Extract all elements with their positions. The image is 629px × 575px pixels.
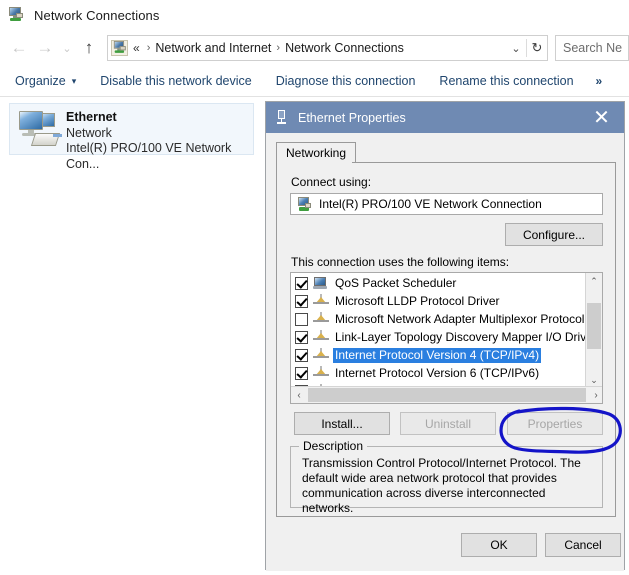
components-list[interactable]: QoS Packet Scheduler Microsoft LLDP Prot…: [290, 272, 603, 404]
ethernet-properties-dialog: Ethernet Properties ✕ Networking Connect…: [265, 101, 625, 571]
up-button[interactable]: ↑: [76, 35, 102, 61]
list-item-label: Internet Protocol Version 4 (TCP/IPv4): [333, 347, 542, 363]
screen: Network Connections ← → ⌄ ↑ « › Network …: [0, 0, 629, 575]
checkbox[interactable]: [295, 294, 308, 308]
tab-networking[interactable]: Networking: [276, 142, 357, 163]
protocol-icon: [313, 294, 330, 308]
protocol-icon: [313, 348, 330, 362]
network-adapter-icon: [296, 196, 312, 212]
window-title: Network Connections: [34, 7, 160, 23]
checkbox[interactable]: [295, 276, 308, 290]
install-button[interactable]: Install...: [294, 412, 390, 435]
list-item[interactable]: Microsoft LLDP Protocol Driver: [291, 292, 587, 310]
diagnose-connection-button[interactable]: Diagnose this connection: [264, 66, 428, 96]
tab-panel-networking: Connect using: Intel(R) PRO/100 VE Netwo…: [276, 162, 616, 517]
adapter-name: Intel(R) PRO/100 VE Network Connection: [319, 197, 542, 211]
components-list-inner: QoS Packet Scheduler Microsoft LLDP Prot…: [291, 273, 597, 400]
breadcrumb-item-network-connections[interactable]: Network Connections: [285, 41, 404, 55]
list-item[interactable]: Microsoft Network Adapter Multiplexor Pr…: [291, 310, 587, 328]
adapter-display: Intel(R) PRO/100 VE Network Connection: [290, 193, 603, 215]
scrollbar-thumb[interactable]: [308, 388, 586, 402]
scroll-up-icon[interactable]: ⌃: [586, 273, 602, 289]
command-bar: Organize ▾ Disable this network device D…: [0, 66, 629, 97]
protocol-icon: [313, 312, 330, 326]
connection-status: Network: [66, 125, 112, 140]
list-item[interactable]: Link-Layer Topology Discovery Mapper I/O…: [291, 328, 597, 346]
dialog-body: Networking Connect using: Intel(R) PRO/1…: [266, 133, 624, 571]
list-item-label: Internet Protocol Version 6 (TCP/IPv6): [335, 365, 540, 380]
breadcrumb-item-network-and-internet[interactable]: Network and Internet: [155, 41, 271, 55]
tab-strip: Networking: [276, 142, 616, 163]
window-titlebar: Network Connections: [0, 0, 629, 30]
address-bar[interactable]: « › Network and Internet › Network Conne…: [107, 35, 548, 61]
checkbox[interactable]: [295, 330, 308, 344]
connection-name: Ethernet: [66, 110, 117, 124]
tab-panel-mask: [277, 162, 352, 163]
address-network-icon: [111, 40, 128, 56]
protocol-icon: [313, 366, 330, 380]
checkbox[interactable]: [295, 366, 308, 380]
properties-button[interactable]: Properties: [507, 412, 603, 435]
command-overflow-button[interactable]: »: [586, 74, 613, 88]
dialog-titlebar: Ethernet Properties ✕: [266, 102, 624, 133]
connect-using-label: Connect using:: [291, 175, 372, 189]
checkbox[interactable]: [295, 312, 308, 326]
organize-menu-button[interactable]: Organize ▾: [0, 66, 88, 96]
protocol-icon: [313, 330, 330, 344]
search-input[interactable]: Search Ne: [555, 35, 629, 61]
navigation-bar: ← → ⌄ ↑ « › Network and Internet › Netwo…: [0, 30, 629, 66]
close-icon[interactable]: ✕: [579, 102, 624, 133]
items-label: This connection uses the following items…: [291, 255, 510, 269]
recent-locations-button[interactable]: ⌄: [58, 35, 76, 61]
rename-connection-button[interactable]: Rename this connection: [427, 66, 585, 96]
search-placeholder: Search Ne: [563, 41, 623, 55]
list-item-label: QoS Packet Scheduler: [335, 275, 457, 290]
network-adapter-icon: [17, 109, 62, 149]
breadcrumb: « › Network and Internet › Network Conne…: [128, 41, 506, 55]
breadcrumb-separator: ›: [276, 42, 281, 54]
list-item-label: Microsoft LLDP Protocol Driver: [335, 293, 500, 308]
list-item-label: Microsoft Network Adapter Multiplexor Pr…: [335, 311, 585, 326]
back-button[interactable]: ←: [6, 35, 32, 61]
list-item-text: Ethernet Network Intel(R) PRO/100 VE Net…: [66, 109, 253, 173]
description-title: Description: [299, 439, 368, 453]
network-connections-icon: [8, 6, 25, 24]
list-item[interactable]: QoS Packet Scheduler: [291, 274, 587, 292]
address-dropdown-icon[interactable]: ⌄: [506, 37, 526, 59]
network-adapter-small-icon: [275, 110, 288, 125]
organize-label: Organize: [15, 74, 66, 88]
connection-device: Intel(R) PRO/100 VE Network Con...: [66, 141, 232, 171]
description-text: Transmission Control Protocol/Internet P…: [302, 456, 581, 515]
scrollbar-thumb[interactable]: [587, 303, 601, 349]
list-item-selected[interactable]: Internet Protocol Version 4 (TCP/IPv4): [291, 346, 587, 364]
refresh-icon[interactable]: ↻: [527, 37, 547, 59]
qos-computer-icon: [313, 276, 330, 290]
forward-button[interactable]: →: [32, 35, 58, 61]
checkbox[interactable]: [295, 348, 308, 362]
scroll-left-icon[interactable]: ‹: [291, 387, 307, 403]
list-item[interactable]: Internet Protocol Version 6 (TCP/IPv6): [291, 364, 587, 382]
uninstall-button: Uninstall: [400, 412, 496, 435]
ok-button[interactable]: OK: [461, 533, 537, 557]
chevron-down-icon: ▾: [71, 75, 77, 86]
horizontal-scrollbar[interactable]: ‹ ›: [291, 386, 602, 403]
breadcrumb-separator: ›: [146, 42, 151, 54]
scroll-right-icon[interactable]: ›: [588, 387, 602, 403]
disable-network-device-button[interactable]: Disable this network device: [88, 66, 263, 96]
cancel-button[interactable]: Cancel: [545, 533, 621, 557]
list-item-label: Link-Layer Topology Discovery Mapper I/O…: [335, 329, 597, 344]
description-group: Description Transmission Control Protoco…: [290, 439, 603, 515]
dialog-title: Ethernet Properties: [298, 110, 406, 125]
configure-button[interactable]: Configure...: [505, 223, 603, 246]
list-item[interactable]: Ethernet Network Intel(R) PRO/100 VE Net…: [9, 103, 254, 171]
breadcrumb-overflow[interactable]: «: [133, 41, 140, 55]
vertical-scrollbar[interactable]: ⌃ ⌄: [585, 273, 602, 388]
